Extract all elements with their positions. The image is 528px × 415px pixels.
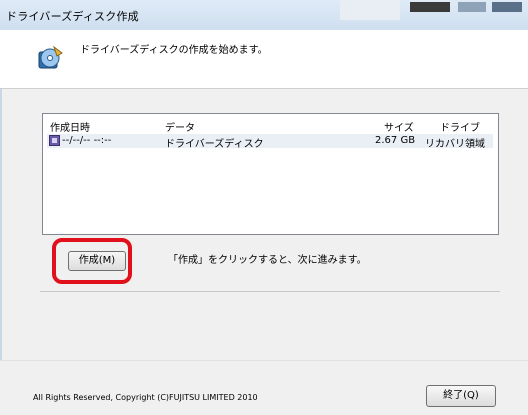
create-hint: 「作成」をクリックすると、次に進みます。 <box>168 255 367 266</box>
header-message: ドライバーズディスクの作成を始めます。 <box>80 45 268 56</box>
disk-list[interactable]: 作成日時 データ サイズ ドライブ --/--/-- --:-- ドライバーズデ… <box>42 113 499 235</box>
row-date: --/--/-- --:-- <box>62 135 112 146</box>
column-header-date[interactable]: 作成日時 <box>50 119 90 134</box>
footer: All Rights Reserved, Copyright (C)FUJITS… <box>0 360 528 415</box>
driver-disk-window: ドライバーズディスク作成 ドライバーズディスクの作成を始めます。 作成日時 デー… <box>0 0 528 415</box>
row-size: 2.67 GB <box>375 135 416 146</box>
column-header-data[interactable]: データ <box>165 119 195 134</box>
background-window-fragment <box>340 0 400 20</box>
title-bar[interactable]: ドライバーズディスク作成 <box>0 0 528 31</box>
column-header-drive[interactable]: ドライブ <box>440 119 480 134</box>
exit-button[interactable]: 終了(Q) <box>426 385 496 407</box>
create-button[interactable]: 作成(M) <box>68 251 126 271</box>
disk-image-icon <box>49 135 60 146</box>
column-header-size[interactable]: サイズ <box>384 119 414 134</box>
disc-wizard-icon <box>38 45 63 69</box>
background-window-fragment <box>492 2 522 12</box>
row-drive: リカバリ領域 <box>425 139 485 150</box>
background-window-fragment <box>458 2 486 12</box>
background-window-fragment <box>410 2 450 12</box>
copyright-text: All Rights Reserved, Copyright (C)FUJITS… <box>33 393 258 402</box>
header-panel: ドライバーズディスクの作成を始めます。 <box>0 30 528 89</box>
table-row[interactable]: --/--/-- --:-- ドライバーズディスク 2.67 GB リカバリ領域 <box>47 134 493 150</box>
row-data: ドライバーズディスク <box>165 139 264 150</box>
divider <box>40 291 500 292</box>
window-title: ドライバーズディスク作成 <box>6 10 139 23</box>
